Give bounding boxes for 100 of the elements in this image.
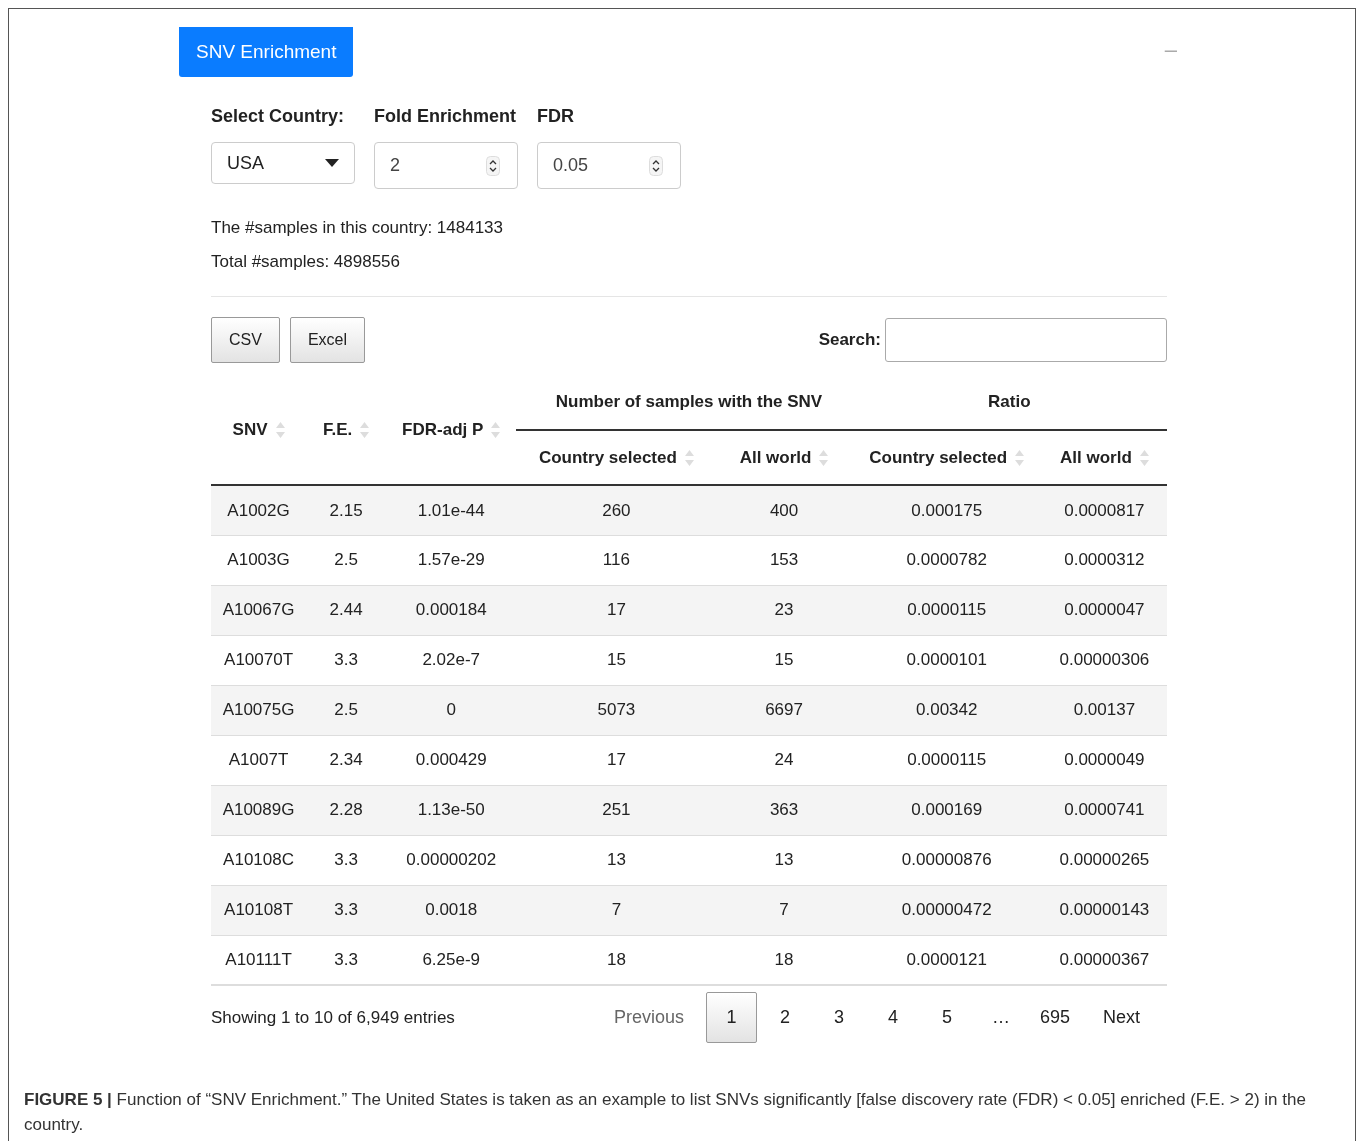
table-cell: 1.01e-44	[417, 500, 485, 520]
table-cell: 18	[606, 950, 626, 969]
table-cell: 24	[774, 750, 794, 770]
caret-icon	[325, 159, 339, 167]
table-cell: 0.00342	[916, 700, 978, 720]
table-cell: 0.0000115	[907, 750, 987, 770]
page-button[interactable]: 5	[919, 1004, 974, 1031]
column-header[interactable]: F.E.	[323, 419, 353, 439]
table-cell: 3.3	[334, 850, 358, 870]
table-cell: 6.25e-9	[422, 950, 481, 969]
column-header[interactable]: Country selected	[538, 447, 677, 467]
table-cell: 116	[602, 550, 630, 570]
page-nav-link[interactable]: Next	[1082, 1004, 1161, 1031]
country-select[interactable]: USA	[211, 142, 355, 184]
table-cell: 0.00000876	[901, 850, 992, 870]
table-cell: 2.5	[334, 700, 358, 720]
sort-icon[interactable]	[819, 449, 829, 468]
sort-icon[interactable]	[1015, 449, 1025, 468]
table-cell: 13	[606, 850, 626, 870]
table-cell: 0.0000047	[1064, 600, 1145, 620]
table-cell: A1003G	[227, 550, 290, 570]
field-label: Fold Enrichment	[374, 105, 517, 128]
table-cell: 0.00137	[1073, 700, 1136, 720]
table-cell: 17	[606, 750, 626, 770]
table-cell: 6697	[765, 700, 803, 720]
group-header: Ratio	[988, 392, 1031, 412]
table-cell: 15	[774, 650, 794, 670]
table-cell: 2.15	[329, 500, 363, 520]
page-button[interactable]: 3	[811, 1004, 866, 1031]
table-cell: 0.0000115	[907, 600, 987, 620]
table-cell: 2.28	[329, 800, 363, 820]
table-cell: 13	[774, 850, 794, 870]
number-input[interactable]: 2	[374, 142, 518, 189]
table-cell: 0.000429	[415, 750, 487, 770]
sort-icon[interactable]	[360, 421, 370, 440]
table-cell: 0.00000143	[1059, 900, 1150, 920]
table-cell: A10108T	[224, 900, 294, 920]
table-cell: 0.00000202	[406, 850, 497, 870]
table-cell: A10067G	[222, 600, 295, 620]
panel-title: SNV Enrichment	[179, 27, 354, 77]
table-cell: 15	[606, 650, 626, 670]
page-button[interactable]: 4	[865, 1004, 920, 1031]
sort-icon[interactable]	[684, 449, 694, 468]
export-button[interactable]: Excel	[289, 317, 366, 363]
table-cell: 0.00000265	[1059, 850, 1150, 870]
page-button[interactable]: 695	[1027, 1004, 1082, 1031]
page-button[interactable]: 1	[705, 992, 757, 1043]
page-button[interactable]: 2	[757, 1004, 812, 1031]
sort-icon[interactable]	[1139, 449, 1149, 468]
group-header: Number of samples with the SNV	[555, 392, 823, 412]
table-cell: 363	[769, 800, 799, 820]
spinner-icon[interactable]	[486, 155, 500, 176]
figure-caption: FIGURE 5 | Function of “SNV Enrichment.” The United States is taken as an example to list SNVs significantly [false discovery rate (FDR) < 0.05] enriched (F.E. > 2) in the country.	[23, 1089, 1307, 1136]
table-cell: A10089G	[222, 800, 295, 820]
table-cell: A10070T	[224, 650, 294, 670]
export-button[interactable]: CSV	[211, 317, 280, 363]
table-cell: A1002G	[227, 500, 290, 520]
number-input[interactable]: 0.05	[537, 142, 681, 189]
column-header[interactable]: FDR-adj P	[402, 419, 484, 439]
column-header[interactable]: All world	[1060, 447, 1132, 467]
summary-text: Total #samples: 4898556	[211, 250, 402, 273]
table-cell: 260	[602, 500, 631, 520]
table-cell: 0.00000472	[901, 900, 992, 920]
table-cell: 2.34	[329, 750, 363, 770]
table-cell: 153	[769, 550, 799, 570]
table-cell: 3.3	[334, 900, 358, 920]
table-cell: 2.5	[334, 550, 358, 570]
table-info: Showing 1 to 10 of 6,949 entries	[211, 1006, 455, 1029]
table-cell: A10108C	[223, 850, 294, 870]
table-cell: 0.0000312	[1064, 550, 1145, 570]
spinner-icon[interactable]	[649, 155, 663, 176]
sort-icon[interactable]	[275, 421, 285, 440]
table-cell: 400	[769, 500, 799, 520]
column-header[interactable]: Country selected	[869, 447, 1008, 467]
sort-icon[interactable]	[491, 421, 501, 440]
column-header[interactable]: SNV	[232, 419, 268, 439]
table-cell: 7	[779, 900, 789, 920]
table-cell: 18	[774, 950, 794, 969]
table-cell: 251	[602, 800, 631, 820]
table-cell: 2.44	[329, 600, 363, 620]
table-cell: 1.13e-50	[417, 800, 485, 820]
table-cell: 0.0000121	[906, 950, 987, 969]
table-cell: 0.000184	[415, 600, 487, 620]
table-cell: 0.0000782	[906, 550, 987, 570]
ellipsis-text: …	[990, 1006, 1011, 1029]
table-cell: A10075G	[222, 700, 295, 720]
table-cell: 0.0018	[425, 900, 478, 920]
table-cell: 0	[446, 700, 456, 720]
table-cell: 0.0000049	[1064, 750, 1145, 770]
table-cell: 0.0000817	[1064, 500, 1145, 520]
table-cell: 0.0000741	[1064, 800, 1145, 820]
search-field[interactable]	[885, 318, 1167, 362]
table-cell: 7	[611, 900, 622, 920]
table-cell: A10111T	[225, 950, 292, 969]
table-cell: 0.00000306	[1059, 650, 1150, 670]
table-cell: 0.00000367	[1059, 950, 1150, 969]
table-cell: 1.57e-29	[417, 550, 485, 570]
summary-text: The #samples in this country: 1484133	[211, 217, 504, 239]
column-header[interactable]: All world	[739, 447, 812, 467]
table-cell: 23	[774, 600, 794, 620]
